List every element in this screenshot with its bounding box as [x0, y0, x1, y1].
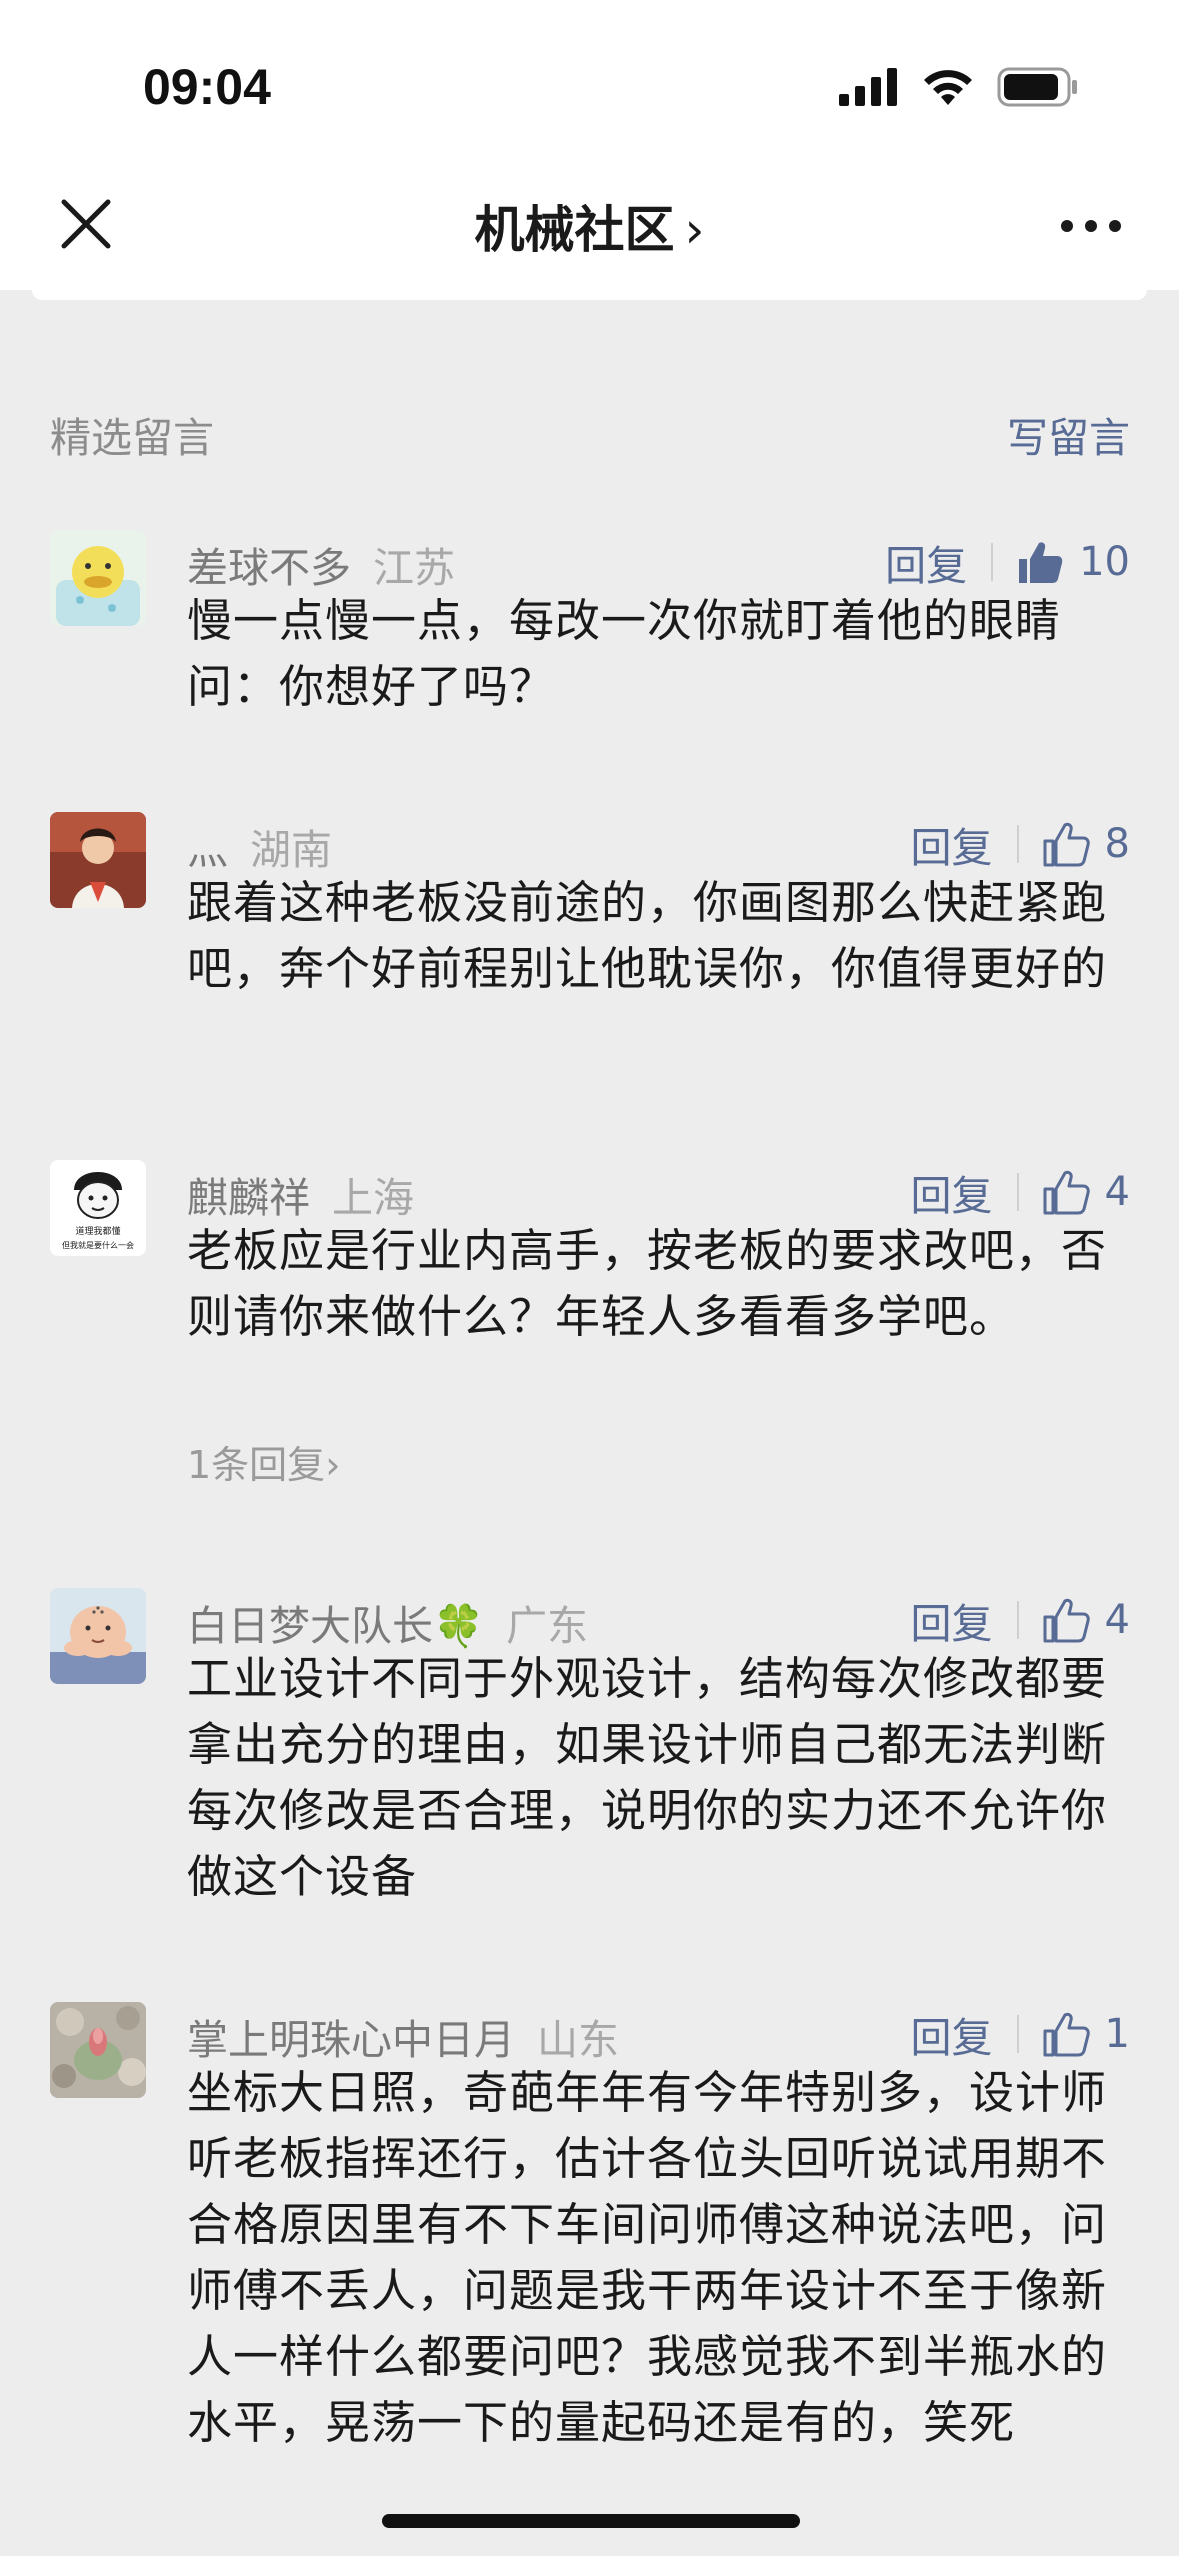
like-count: 4: [1104, 1169, 1130, 1215]
like-count: 4: [1104, 1597, 1130, 1643]
divider: [1016, 2015, 1019, 2053]
avatar[interactable]: [50, 530, 146, 626]
comment-location: 广东: [506, 1602, 589, 1650]
comment-text: 工业设计不同于外观设计，结构每次修改都要拿出充分的理由，如果设计师自己都无法判断…: [187, 1652, 1108, 1903]
avatar[interactable]: [50, 1588, 146, 1684]
comment-header: 差球不多 江苏 回复 10: [187, 534, 1130, 592]
comment-header: 白日梦大队长🍀 广东 回复 4: [187, 1592, 1130, 1650]
chevron-right-icon: ›: [684, 201, 705, 259]
comment-text: 坐标大日照，奇葩年年有今年特别多，设计师听老板指挥还行，估计各位头回听说试用期不…: [187, 2066, 1108, 2449]
battery-icon: [997, 67, 1077, 107]
avatar[interactable]: [50, 2002, 146, 2098]
status-icons: [839, 62, 1079, 112]
comment-item: 白日梦大队长🍀 广东 回复 4 工业设计不同于外观设计，结构每次修改都要拿出充分的…: [50, 1588, 1130, 1918]
home-indicator[interactable]: [382, 2514, 800, 2528]
comment-actions: 回复 1: [911, 2006, 1130, 2062]
comment-header: 麒麟祥 上海 回复 4: [187, 1164, 1130, 1222]
avatar[interactable]: [50, 812, 146, 908]
page-title[interactable]: 机械社区 ›: [0, 190, 1179, 262]
reply-button[interactable]: 回复: [911, 1162, 993, 1222]
divider: [1016, 825, 1019, 863]
thumbs-up-icon[interactable]: [1041, 1595, 1091, 1645]
comment-nickname[interactable]: 掌上明珠心中日月: [187, 2016, 515, 2064]
page-title-text: 机械社区: [474, 201, 675, 259]
wifi-icon: [924, 70, 972, 105]
like-count: 8: [1104, 821, 1130, 867]
comment-header: 灬湖南 回复 8: [187, 816, 1130, 874]
reply-button[interactable]: 回复: [911, 1590, 993, 1650]
like-count: 1: [1104, 2011, 1130, 2057]
chevron-right-icon: ›: [325, 1443, 341, 1487]
divider: [1016, 1601, 1019, 1639]
comment-nickname[interactable]: 白日梦大队长🍀: [187, 1602, 484, 1650]
comment-text: 跟着这种老板没前途的，你画图那么快赶紧跑吧，奔个好前程别让他耽误你，你值得更好的: [187, 876, 1108, 995]
article-card-edge: [32, 290, 1147, 300]
comment-text: 老板应是行业内高手，按老板的要求改吧，否则请你来做什么？年轻人多看看多学吧。: [187, 1224, 1108, 1343]
comment-actions: 回复 4: [911, 1164, 1130, 1220]
reply-button[interactable]: 回复: [911, 2004, 993, 2064]
comment-actions: 回复 4: [911, 1592, 1130, 1648]
comment-nickname[interactable]: 麒麟祥: [187, 1174, 310, 1222]
comment-location: 山东: [537, 2016, 619, 2064]
sub-replies-label: 1条回复: [187, 1443, 326, 1487]
comment-text: 慢一点慢一点，每改一次你就盯着他的眼睛问：你想好了吗？: [187, 594, 1062, 713]
comment-nickname[interactable]: 灬: [187, 826, 228, 874]
comment-item: 道理我都懂 但我就是要什么一会 麒麟祥 上海 回复 4 老板应是行业内高手，按老板…: [50, 1160, 1130, 1500]
avatar-caption: 道理我都懂: [75, 1225, 120, 1237]
comment-item: 掌上明珠心中日月 山东 回复 1 坐标大日照，奇葩年年有今年特别多，设计师听老板指…: [50, 2002, 1130, 2522]
like-count: 10: [1079, 539, 1130, 585]
comment-location: 湖南: [250, 826, 332, 874]
status-time: 09:04: [143, 59, 271, 115]
comment-nickname[interactable]: 差球不多: [187, 544, 351, 592]
avatar[interactable]: 道理我都懂 但我就是要什么一会: [50, 1160, 146, 1256]
comment-location: 江苏: [373, 544, 455, 592]
thumbs-up-icon[interactable]: [1015, 537, 1065, 587]
avatar-caption: 但我就是要什么一会: [62, 1240, 134, 1250]
thumbs-up-icon[interactable]: [1041, 819, 1091, 869]
comment-actions: 回复 10: [885, 534, 1130, 590]
signal-icon: [839, 68, 897, 106]
top-bar: 09:04 机械社区 ›: [0, 0, 1179, 290]
more-icon[interactable]: [1059, 218, 1123, 234]
divider: [1016, 1173, 1019, 1211]
thumbs-up-icon[interactable]: [1041, 1167, 1091, 1217]
write-comment-button[interactable]: 写留言: [1007, 404, 1130, 464]
section-title: 精选留言: [50, 414, 214, 462]
comments-header: 精选留言 写留言: [50, 404, 1130, 462]
comment-item: 差球不多 江苏 回复 10 慢一点慢一点，每改一次你就盯着他的眼睛问：你想好了吗？: [50, 530, 1130, 730]
reply-button[interactable]: 回复: [885, 532, 967, 592]
reply-button[interactable]: 回复: [911, 814, 993, 874]
divider: [991, 543, 994, 581]
comment-actions: 回复 8: [911, 816, 1130, 872]
comment-item: 灬湖南 回复 8 跟着这种老板没前途的，你画图那么快赶紧跑吧，奔个好前程别让他耽…: [50, 812, 1130, 1082]
thumbs-up-icon[interactable]: [1041, 2009, 1091, 2059]
sub-replies-link[interactable]: 1条回复›: [187, 1434, 340, 1489]
comment-header: 掌上明珠心中日月 山东 回复 1: [187, 2006, 1130, 2064]
comment-location: 上海: [332, 1174, 414, 1222]
